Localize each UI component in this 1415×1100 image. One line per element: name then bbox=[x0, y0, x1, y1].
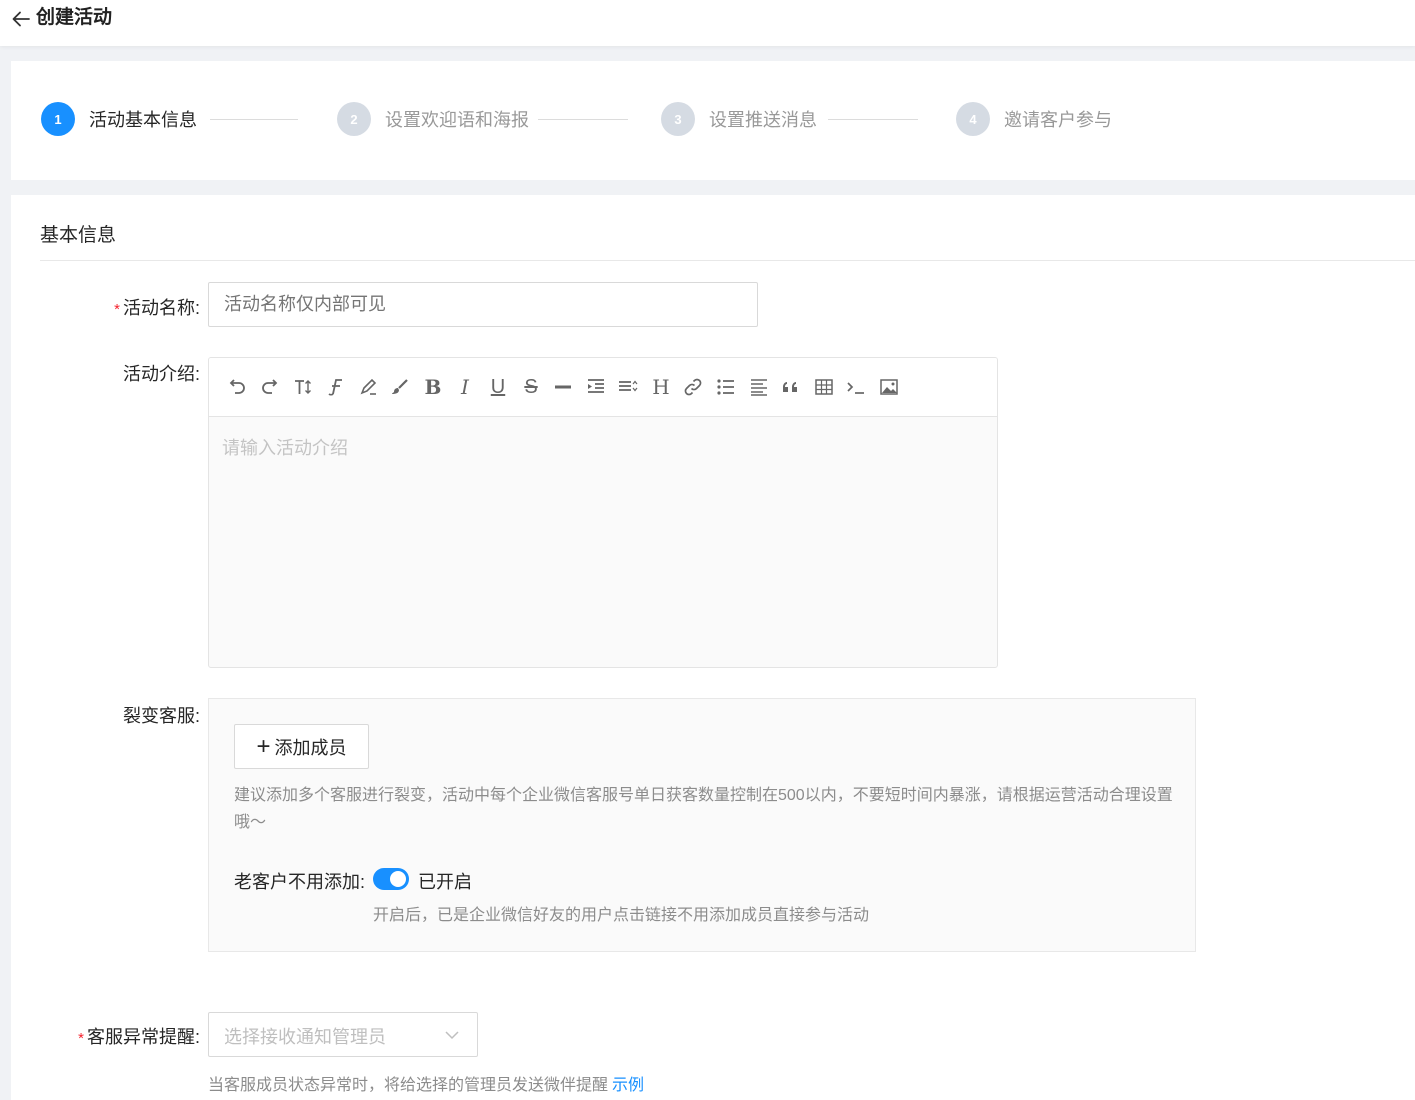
step-connector bbox=[210, 119, 298, 120]
image-icon[interactable] bbox=[878, 376, 900, 398]
alert-hint: 当客服成员状态异常时，将给选择的管理员发送微伴提醒 示例 bbox=[208, 1077, 645, 1094]
arrow-left-icon[interactable] bbox=[10, 8, 32, 30]
step-1: 1 活动基本信息 bbox=[41, 102, 197, 136]
step-number: 4 bbox=[956, 102, 990, 136]
font-size-icon[interactable] bbox=[292, 376, 314, 398]
plus-icon: + bbox=[256, 732, 271, 760]
required-mark: * bbox=[78, 1030, 84, 1047]
align-icon[interactable] bbox=[748, 376, 770, 398]
rich-text-editor[interactable]: B I U S H 请输入活动介绍 bbox=[208, 357, 998, 668]
step-label: 设置欢迎语和海报 bbox=[385, 110, 529, 130]
step-number: 3 bbox=[661, 102, 695, 136]
strikethrough-icon[interactable]: S bbox=[520, 376, 542, 398]
add-member-label: 添加成员 bbox=[274, 737, 347, 758]
example-link[interactable]: 示例 bbox=[612, 1077, 644, 1094]
switch-hint: 开启后，已是企业微信好友的用户点击链接不用添加成员直接参与活动 bbox=[373, 907, 870, 924]
service-label: 裂变客服: bbox=[122, 706, 200, 726]
alert-label: * 客服异常提醒: bbox=[78, 1027, 200, 1047]
old-customer-label: 老客户不用添加: bbox=[234, 872, 366, 892]
select-placeholder: 选择接收通知管理员 bbox=[224, 1027, 386, 1047]
chevron-down-icon bbox=[445, 1031, 459, 1040]
indent-icon[interactable] bbox=[585, 376, 607, 398]
editor-toolbar: B I U S H bbox=[209, 358, 997, 417]
step-number: 2 bbox=[337, 102, 371, 136]
font-family-icon[interactable] bbox=[324, 376, 346, 398]
heading-icon[interactable]: H bbox=[650, 376, 672, 398]
step-connector bbox=[538, 119, 628, 120]
divider bbox=[40, 260, 1415, 261]
undo-icon[interactable] bbox=[226, 376, 248, 398]
activity-name-label: * 活动名称: bbox=[114, 298, 200, 318]
step-label: 邀请客户参与 bbox=[1004, 110, 1112, 130]
old-customer-switch[interactable] bbox=[373, 868, 409, 890]
page-title: 创建活动 bbox=[36, 7, 113, 28]
quote-icon[interactable] bbox=[780, 376, 802, 398]
step-label: 设置推送消息 bbox=[709, 110, 817, 130]
activity-intro-label: 活动介绍: bbox=[122, 364, 200, 384]
section-title: 基本信息 bbox=[40, 225, 117, 246]
highlight-icon[interactable] bbox=[357, 376, 379, 398]
admin-select[interactable]: 选择接收通知管理员 bbox=[208, 1012, 478, 1057]
required-mark: * bbox=[114, 301, 120, 318]
table-icon[interactable] bbox=[813, 376, 835, 398]
form-card: 基本信息 *活动名称: 活动介绍: B bbox=[11, 195, 1415, 1100]
italic-icon[interactable]: I bbox=[454, 376, 476, 398]
top-bar: 创建活动 bbox=[0, 0, 1415, 46]
editor-placeholder: 请输入活动介绍 bbox=[222, 438, 348, 458]
bold-icon[interactable]: B bbox=[422, 376, 444, 398]
brush-icon[interactable] bbox=[389, 376, 411, 398]
step-2: 2 设置欢迎语和海报 bbox=[337, 102, 529, 136]
step-number: 1 bbox=[41, 102, 75, 136]
code-icon[interactable] bbox=[845, 376, 867, 398]
switch-status-text: 已开启 bbox=[418, 872, 472, 892]
steps-bar: 1 活动基本信息 2 设置欢迎语和海报 3 设置推送消息 4 邀请客户参与 bbox=[11, 61, 1415, 180]
redo-icon[interactable] bbox=[259, 376, 281, 398]
service-panel: + 添加成员 建议添加多个客服进行裂变，活动中每个企业微信客服号单日获客数量控制… bbox=[208, 698, 1196, 952]
step-label: 活动基本信息 bbox=[89, 110, 197, 130]
step-4: 4 邀请客户参与 bbox=[956, 102, 1112, 136]
underline-icon[interactable]: U bbox=[487, 376, 509, 398]
horizontal-rule-icon[interactable] bbox=[552, 376, 574, 398]
link-icon[interactable] bbox=[682, 376, 704, 398]
add-member-button[interactable]: + 添加成员 bbox=[234, 724, 369, 769]
switch-knob bbox=[390, 871, 406, 887]
bullet-list-icon[interactable] bbox=[715, 376, 737, 398]
activity-name-input[interactable] bbox=[208, 282, 758, 327]
service-hint: 建议添加多个客服进行裂变，活动中每个企业微信客服号单日获客数量控制在500以内，… bbox=[234, 787, 1173, 831]
line-height-icon[interactable] bbox=[617, 376, 639, 398]
step-3: 3 设置推送消息 bbox=[661, 102, 817, 136]
step-connector bbox=[828, 119, 918, 120]
